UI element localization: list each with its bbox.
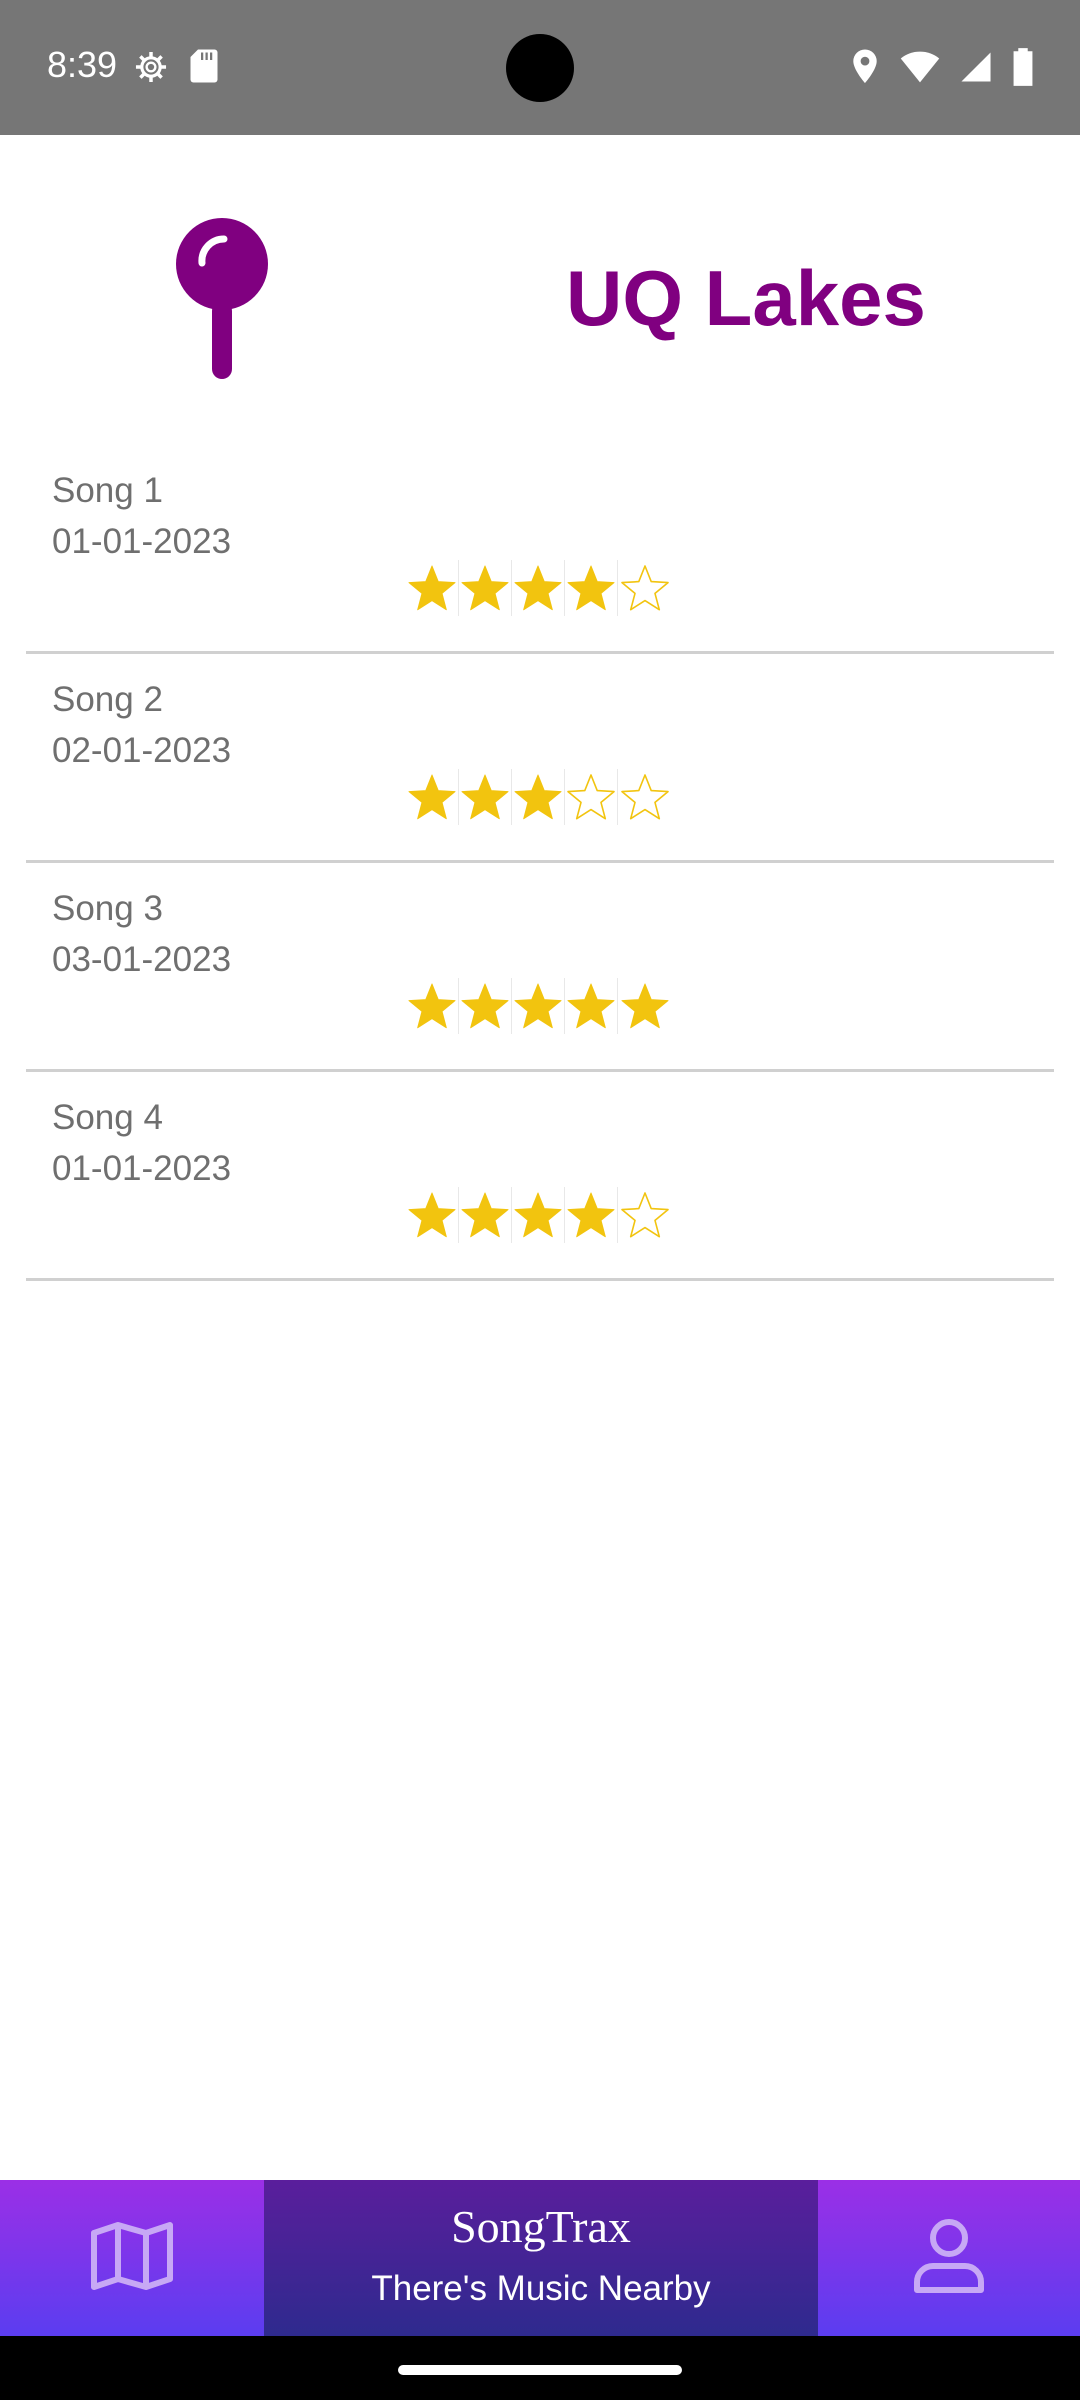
star-filled-icon[interactable] bbox=[512, 769, 565, 825]
star-filled-icon[interactable] bbox=[618, 978, 671, 1034]
star-rating[interactable] bbox=[406, 1187, 671, 1243]
star-filled-icon[interactable] bbox=[406, 1187, 459, 1243]
star-filled-icon[interactable] bbox=[512, 560, 565, 616]
song-list-item[interactable]: Song 1 01-01-2023 bbox=[26, 445, 1054, 654]
location-title: UQ Lakes bbox=[566, 254, 926, 342]
status-bar: 8:39 bbox=[0, 0, 1080, 135]
star-filled-icon[interactable] bbox=[512, 1187, 565, 1243]
star-filled-icon[interactable] bbox=[565, 1187, 618, 1243]
star-rating[interactable] bbox=[406, 560, 671, 616]
brand-banner[interactable]: SongTrax There's Music Nearby bbox=[264, 2180, 818, 2336]
song-name: Song 2 bbox=[52, 680, 163, 719]
star-filled-icon[interactable] bbox=[565, 560, 618, 616]
song-list-item[interactable]: Song 2 02-01-2023 bbox=[26, 654, 1054, 863]
profile-icon bbox=[911, 2216, 987, 2301]
star-empty-icon[interactable] bbox=[618, 769, 671, 825]
status-time: 8:39 bbox=[47, 44, 118, 85]
system-nav-bar bbox=[0, 2336, 1080, 2400]
signal-icon bbox=[960, 50, 992, 89]
star-filled-icon[interactable] bbox=[459, 1187, 512, 1243]
star-rating[interactable] bbox=[406, 769, 671, 825]
star-filled-icon[interactable] bbox=[406, 769, 459, 825]
star-empty-icon[interactable] bbox=[618, 560, 671, 616]
status-left-icons bbox=[132, 48, 220, 91]
star-filled-icon[interactable] bbox=[512, 978, 565, 1034]
song-date: 02-01-2023 bbox=[52, 731, 232, 770]
star-filled-icon[interactable] bbox=[406, 978, 459, 1034]
status-right-icons bbox=[850, 48, 1034, 91]
brand-title: SongTrax bbox=[451, 2201, 631, 2252]
star-filled-icon[interactable] bbox=[459, 978, 512, 1034]
camera-cutout bbox=[506, 34, 574, 102]
map-icon bbox=[90, 2221, 174, 2296]
battery-icon bbox=[1012, 48, 1034, 91]
song-name: Song 3 bbox=[52, 889, 163, 928]
song-date: 03-01-2023 bbox=[52, 940, 232, 979]
star-filled-icon[interactable] bbox=[459, 560, 512, 616]
song-list-item[interactable]: Song 4 01-01-2023 bbox=[26, 1072, 1054, 1281]
song-date: 01-01-2023 bbox=[52, 1149, 232, 1188]
profile-nav-button[interactable] bbox=[818, 2180, 1080, 2336]
star-filled-icon[interactable] bbox=[406, 560, 459, 616]
song-name: Song 4 bbox=[52, 1098, 163, 1137]
screen: 8:39 UQ Lakes Song 1 01-01-2023 Song 2 0… bbox=[0, 0, 1080, 2400]
settings-icon bbox=[132, 48, 170, 91]
wifi-icon bbox=[900, 50, 940, 89]
song-list: Song 1 01-01-2023 Song 2 02-01-2023 Song… bbox=[26, 445, 1054, 1281]
map-nav-button[interactable] bbox=[0, 2180, 264, 2336]
home-indicator[interactable] bbox=[398, 2365, 682, 2375]
location-icon bbox=[850, 48, 880, 91]
song-date: 01-01-2023 bbox=[52, 522, 232, 561]
star-filled-icon[interactable] bbox=[459, 769, 512, 825]
map-pin-icon bbox=[172, 217, 272, 382]
sd-card-icon bbox=[188, 48, 220, 91]
song-list-item[interactable]: Song 3 03-01-2023 bbox=[26, 863, 1054, 1072]
star-filled-icon[interactable] bbox=[565, 978, 618, 1034]
star-rating[interactable] bbox=[406, 978, 671, 1034]
brand-tagline: There's Music Nearby bbox=[371, 2269, 711, 2308]
bottom-nav: SongTrax There's Music Nearby bbox=[0, 2180, 1080, 2336]
star-empty-icon[interactable] bbox=[565, 769, 618, 825]
location-header: UQ Lakes bbox=[0, 135, 1080, 425]
song-name: Song 1 bbox=[52, 471, 163, 510]
star-empty-icon[interactable] bbox=[618, 1187, 671, 1243]
